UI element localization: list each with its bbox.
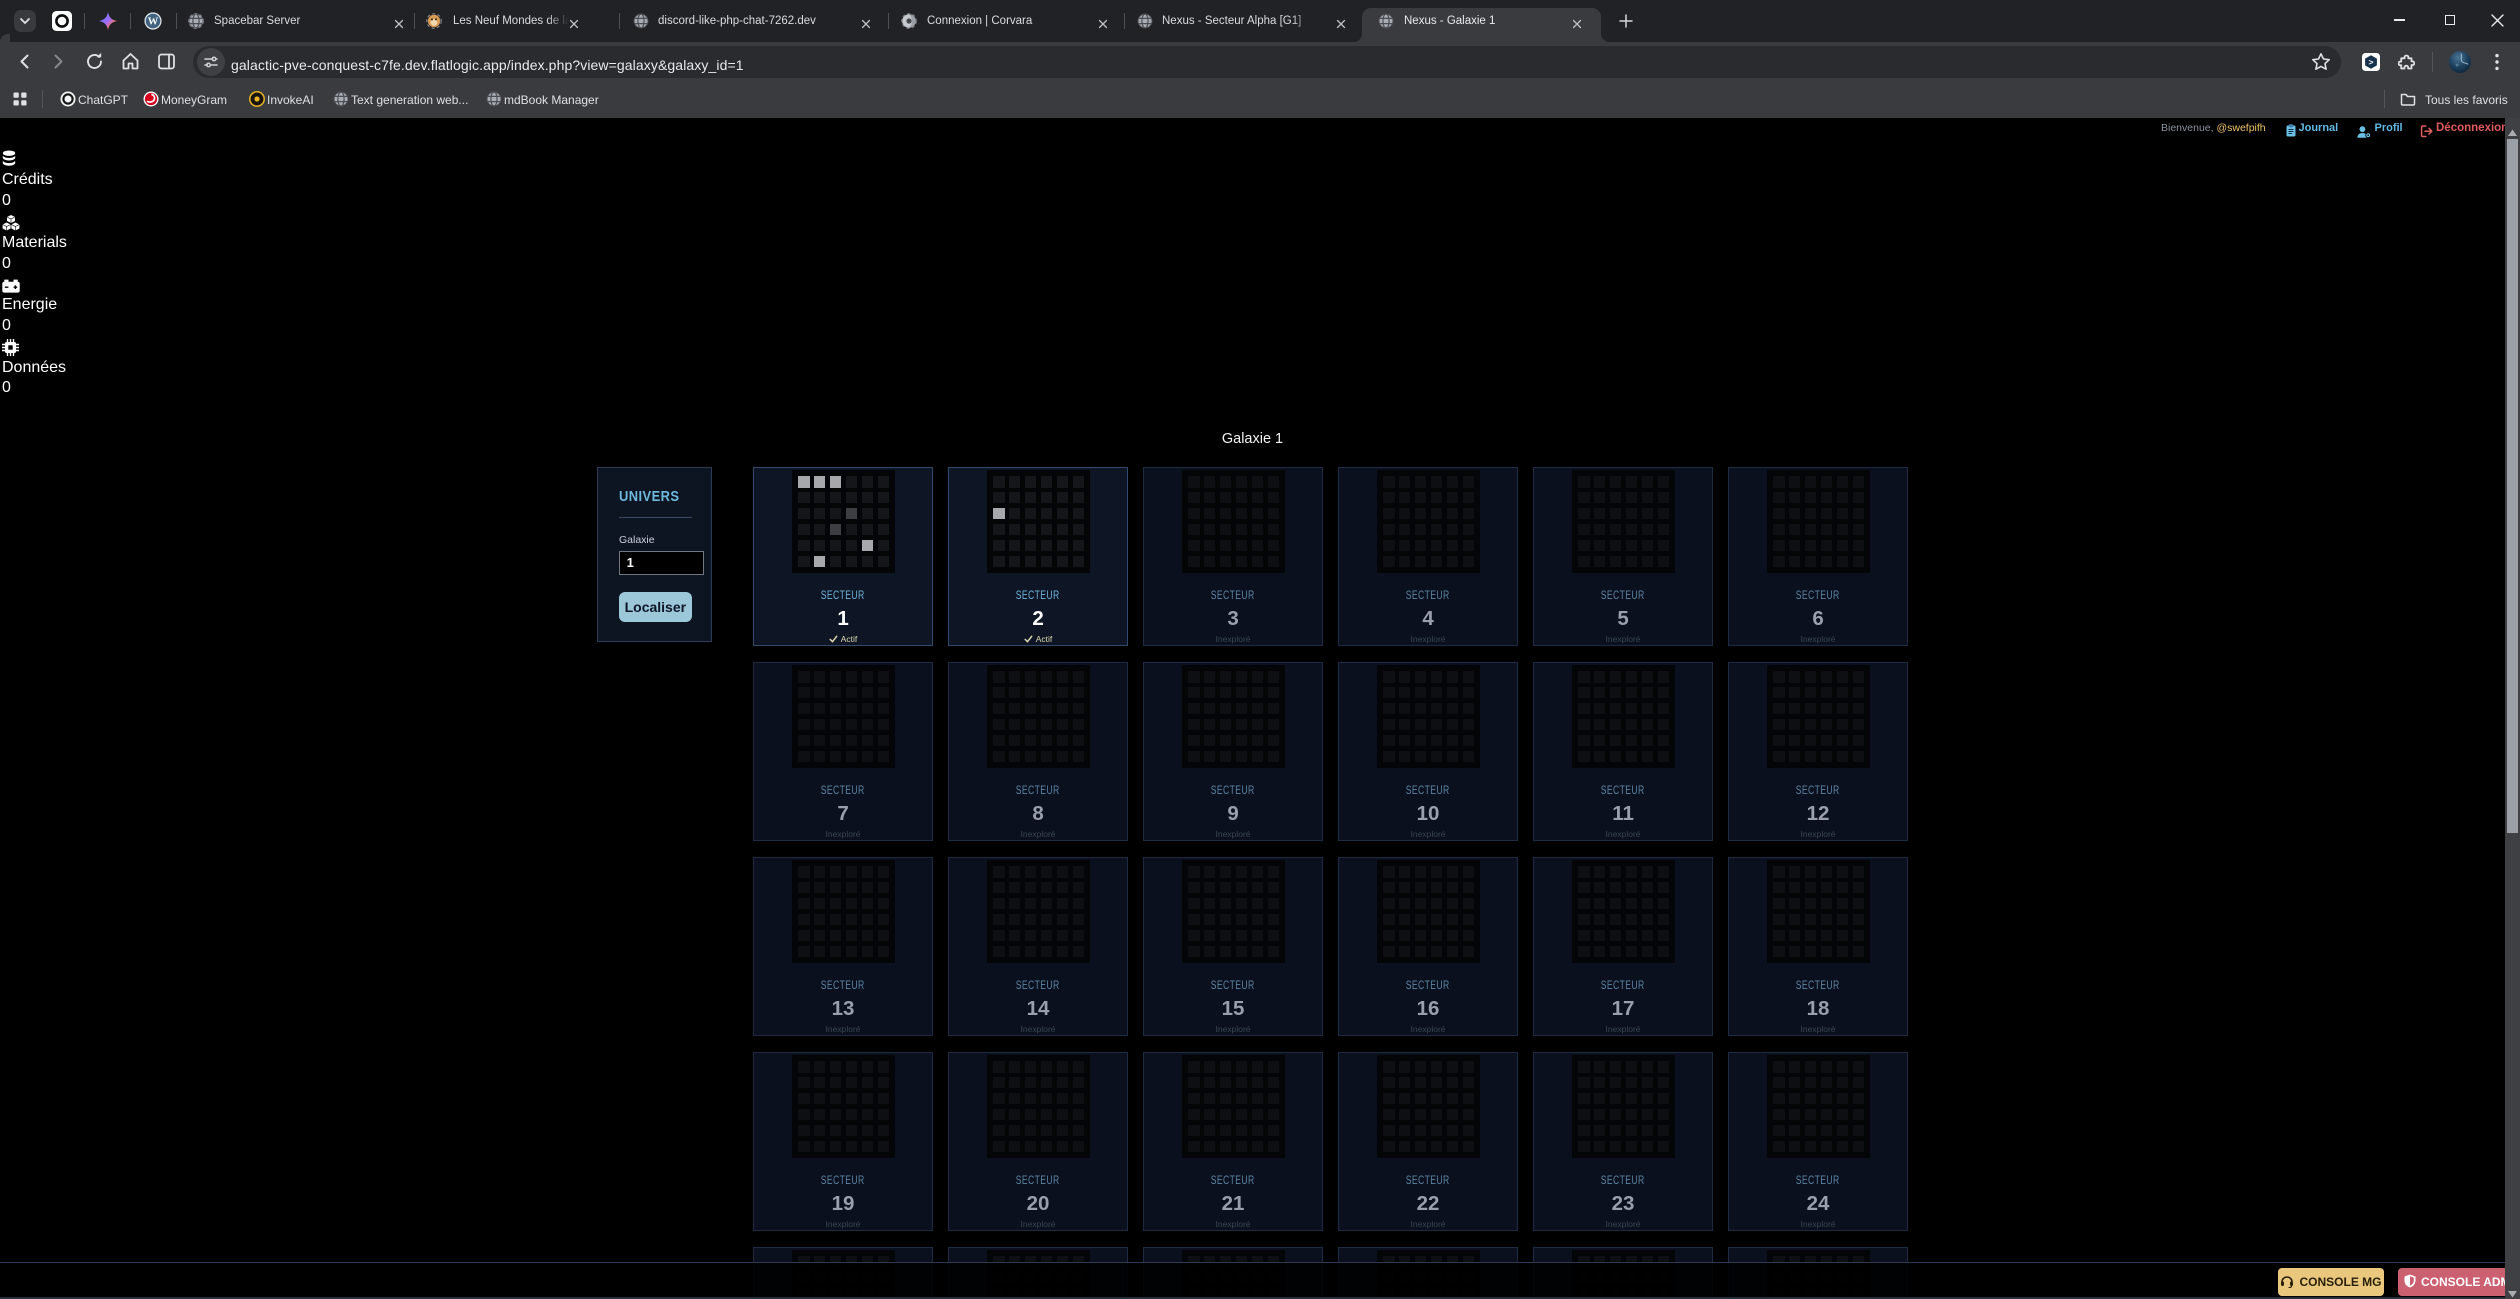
svg-text:>: >	[2369, 57, 2374, 67]
svg-text:W: W	[148, 17, 159, 28]
